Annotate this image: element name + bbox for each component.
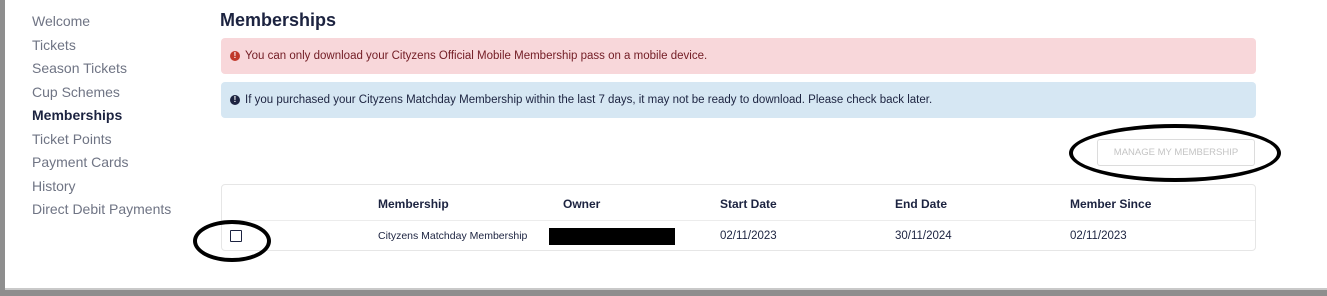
download-delay-alert-text: If you purchased your Cityzens Matchday … [245,94,933,106]
column-header-member-since: Member Since [1070,197,1152,211]
sidebar-item-cup-schemes[interactable]: Cup Schemes [32,81,192,105]
cell-end-date: 30/11/2024 [895,230,952,242]
table-row-divider [222,220,1255,221]
sidebar-item-history[interactable]: History [32,175,192,199]
mobile-only-alert-text: You can only download your Cityzens Offi… [245,50,708,62]
info-circle-icon: ! [230,95,240,105]
sidebar-item-memberships[interactable]: Memberships [32,104,192,128]
sidebar-item-payment-cards[interactable]: Payment Cards [32,151,192,175]
sidebar-item-season-tickets[interactable]: Season Tickets [32,57,192,81]
highlight-circle-checkbox [193,220,271,262]
sidebar-item-welcome[interactable]: Welcome [32,10,192,34]
cell-start-date: 02/11/2023 [720,230,777,242]
mobile-only-alert: ! You can only download your Cityzens Of… [221,38,1256,74]
page-title: Memberships [220,10,337,30]
column-header-membership: Membership [378,197,449,211]
column-header-owner: Owner [563,197,601,211]
owner-redacted-box [549,228,675,245]
sidebar-item-ticket-points[interactable]: Ticket Points [32,128,192,152]
highlight-circle-manage-button [1069,124,1281,182]
sidebar-item-tickets[interactable]: Tickets [32,34,192,58]
memberships-table: Membership Owner Start Date End Date Mem… [221,184,1256,251]
column-header-start-date: Start Date [720,197,777,211]
sidebar-item-direct-debit-payments[interactable]: Direct Debit Payments [32,198,192,222]
download-delay-alert: ! If you purchased your Cityzens Matchda… [221,82,1256,118]
cell-member-since: 02/11/2023 [1070,230,1127,242]
cell-membership-name: Cityzens Matchday Membership [378,230,528,242]
window-frame-bottom [0,290,1327,296]
window-frame-left [0,0,5,296]
column-header-end-date: End Date [895,197,948,211]
account-sidebar: Welcome Tickets Season Tickets Cup Schem… [32,10,192,222]
exclamation-circle-icon: ! [230,51,240,61]
